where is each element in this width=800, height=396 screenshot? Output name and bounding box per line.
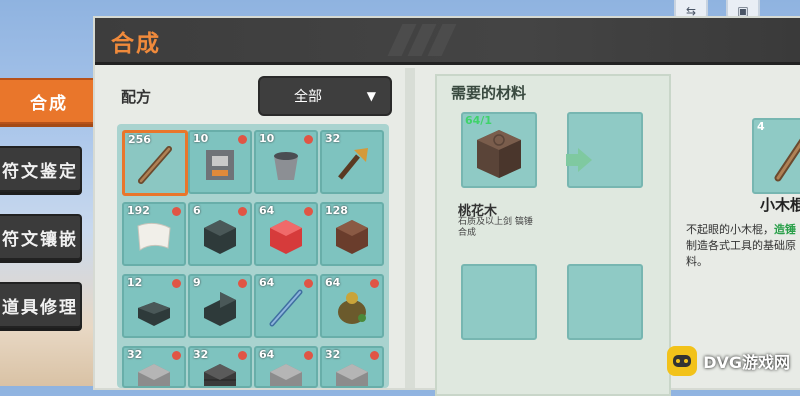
wooden-stick-icon <box>138 146 172 184</box>
gamepad-icon <box>667 346 698 376</box>
new-indicator-dot <box>238 207 247 216</box>
tab-item-repair-label: 道具修理 <box>2 297 78 318</box>
material-note: 石质及以上剑 镐锤合成 <box>458 217 533 238</box>
result-name: 小木棍 <box>760 196 800 214</box>
recipe-slot[interactable]: 32 <box>320 130 384 194</box>
panel-divider <box>405 68 415 388</box>
grey-block-icon <box>138 364 170 386</box>
recipe-filter-dropdown[interactable]: 全部 ▼ <box>258 76 392 116</box>
recipe-slot[interactable]: 32 <box>188 346 252 388</box>
grey-block-icon <box>336 364 368 386</box>
wooden-stick-icon <box>774 138 800 182</box>
recipe-slot[interactable]: 6 <box>188 202 252 266</box>
new-indicator-dot <box>238 279 247 288</box>
grey-brick-icon <box>204 364 236 386</box>
paper-icon <box>137 222 171 251</box>
result-desc-highlight: 造锤 <box>774 223 796 236</box>
watermark: DVG游戏网 <box>667 346 790 376</box>
grey-block-icon <box>270 364 302 386</box>
material-count: 64/1 <box>465 114 492 127</box>
result-count: 4 <box>757 120 765 133</box>
recipe-slot[interactable]: 32 <box>122 346 186 388</box>
dark-slab-icon <box>138 302 170 326</box>
new-indicator-dot <box>370 279 379 288</box>
recipe-slot[interactable]: 64 <box>254 346 318 388</box>
new-indicator-dot <box>172 207 181 216</box>
result-description: 不起眼的小木棍，造锤制造各式工具的基础原料。 <box>686 222 796 270</box>
materials-title: 需要的材料 <box>451 84 527 102</box>
chevron-down-icon: ▼ <box>366 89 376 103</box>
tab-rune-inlay[interactable]: 符文镶嵌 <box>0 214 82 260</box>
recipe-slot[interactable]: 64 <box>254 202 318 266</box>
recipe-slot[interactable]: 9 <box>188 274 252 338</box>
header-stripes <box>387 24 457 56</box>
arrow-right-icon <box>578 148 592 172</box>
recipe-slot[interactable]: 64 <box>254 274 318 338</box>
material-slot-3[interactable] <box>461 264 537 340</box>
recipe-label: 配方 <box>121 88 152 106</box>
result-slot[interactable]: 4 <box>752 118 800 194</box>
sack-icon <box>338 292 366 324</box>
new-indicator-dot <box>304 279 313 288</box>
wood-plank-icon <box>336 220 368 254</box>
material-slot-4[interactable] <box>567 264 643 340</box>
tab-rune-inlay-label: 符文镶嵌 <box>2 229 78 250</box>
arrow-stem <box>566 154 578 166</box>
tab-item-repair[interactable]: 道具修理 <box>0 282 82 328</box>
result-desc-suffix: 制造各式工具的基础原料。 <box>686 239 796 268</box>
panel-header: 合成 <box>95 18 800 65</box>
tab-craft[interactable]: 合成 <box>0 78 100 124</box>
tab-rune-identify-label: 符文鉴定 <box>2 161 78 182</box>
new-indicator-dot <box>370 351 379 360</box>
page-title: 合成 <box>111 31 161 57</box>
recipe-slot[interactable]: 32 <box>320 346 384 388</box>
result-desc-prefix: 不起眼的小木棍， <box>686 223 774 236</box>
recipe-slot[interactable]: 256 <box>122 130 188 196</box>
new-indicator-dot <box>304 135 313 144</box>
new-indicator-dot <box>172 279 181 288</box>
recipe-slot[interactable]: 192 <box>122 202 186 266</box>
new-indicator-dot <box>304 207 313 216</box>
watermark-text: DVG游戏网 <box>703 353 790 372</box>
new-indicator-dot <box>238 135 247 144</box>
red-block-icon <box>270 220 302 254</box>
recipe-slot[interactable]: 10 <box>254 130 318 194</box>
new-indicator-dot <box>172 351 181 360</box>
crafting-panel: 合成 配方 全部 ▼ 256 10 10 32 192 6 64 128 12 9 64 64 32 32… <box>93 16 800 396</box>
tab-craft-label: 合成 <box>30 93 68 114</box>
recipe-slot[interactable]: 10 <box>188 130 252 194</box>
torch-icon <box>338 148 368 180</box>
material-slot-1[interactable]: 64/1 <box>461 112 537 188</box>
furnace-icon <box>206 150 234 180</box>
dark-block-icon <box>204 220 236 254</box>
recipe-filter-value: 全部 <box>294 89 322 105</box>
dark-stairs-icon <box>204 292 236 326</box>
new-indicator-dot <box>304 351 313 360</box>
recipe-slot[interactable]: 12 <box>122 274 186 338</box>
recipe-slot[interactable]: 64 <box>320 274 384 338</box>
peach-wood-icon <box>477 130 521 178</box>
recipe-slot[interactable]: 128 <box>320 202 384 266</box>
tab-rune-identify[interactable]: 符文鉴定 <box>0 146 82 192</box>
new-indicator-dot <box>238 351 247 360</box>
blue-rod-icon <box>269 289 303 327</box>
bucket-icon <box>274 152 298 180</box>
